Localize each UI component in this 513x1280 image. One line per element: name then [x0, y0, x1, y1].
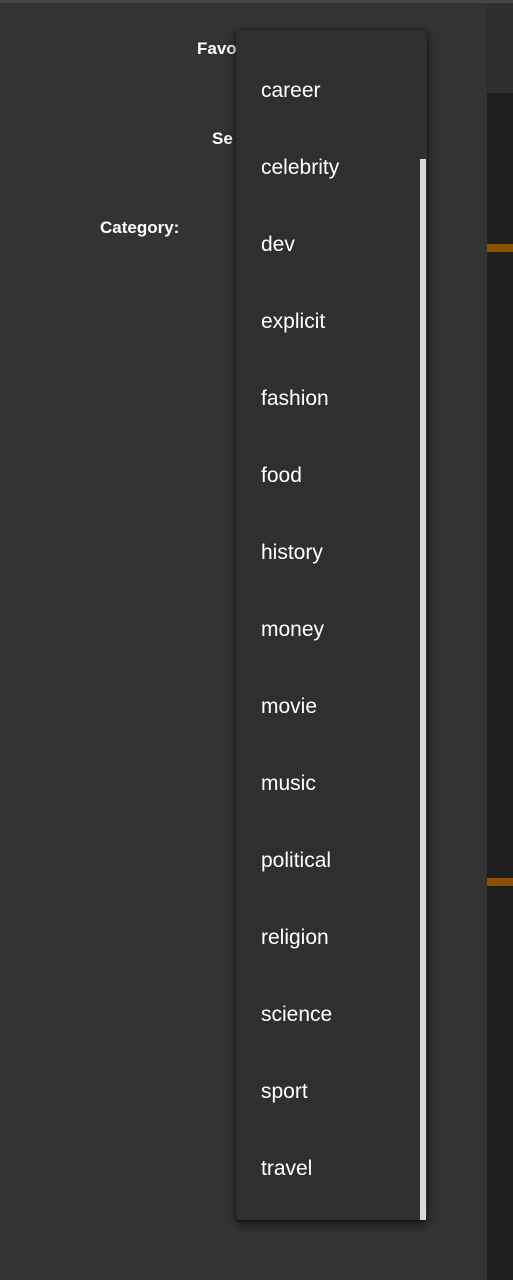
screen: Favo Se Category: career celebrity dev e…	[0, 0, 513, 1280]
category-option[interactable]: religion	[236, 899, 416, 976]
status-divider	[0, 0, 513, 3]
category-dropdown-menu: career celebrity dev explicit fashion fo…	[236, 30, 427, 1220]
category-option[interactable]: explicit	[236, 283, 416, 360]
category-option[interactable]: career	[236, 52, 416, 129]
category-option[interactable]: food	[236, 437, 416, 514]
category-option[interactable]: travel	[236, 1130, 416, 1207]
category-option[interactable]: celebrity	[236, 129, 416, 206]
category-label: Category:	[100, 218, 180, 237]
main-app-bar	[487, 0, 513, 93]
favorites-label: Favo	[197, 39, 237, 58]
category-option[interactable]: music	[236, 745, 416, 822]
category-option[interactable]: movie	[236, 668, 416, 745]
category-option[interactable]: political	[236, 822, 416, 899]
category-option[interactable]: science	[236, 976, 416, 1053]
category-option[interactable]: history	[236, 514, 416, 591]
dropdown-scrollbar[interactable]	[420, 159, 426, 1220]
category-option[interactable]: fashion	[236, 360, 416, 437]
category-option[interactable]: dev	[236, 206, 416, 283]
selection-label: Se	[212, 129, 233, 148]
category-option[interactable]: money	[236, 591, 416, 668]
category-option[interactable]: sport	[236, 1053, 416, 1130]
